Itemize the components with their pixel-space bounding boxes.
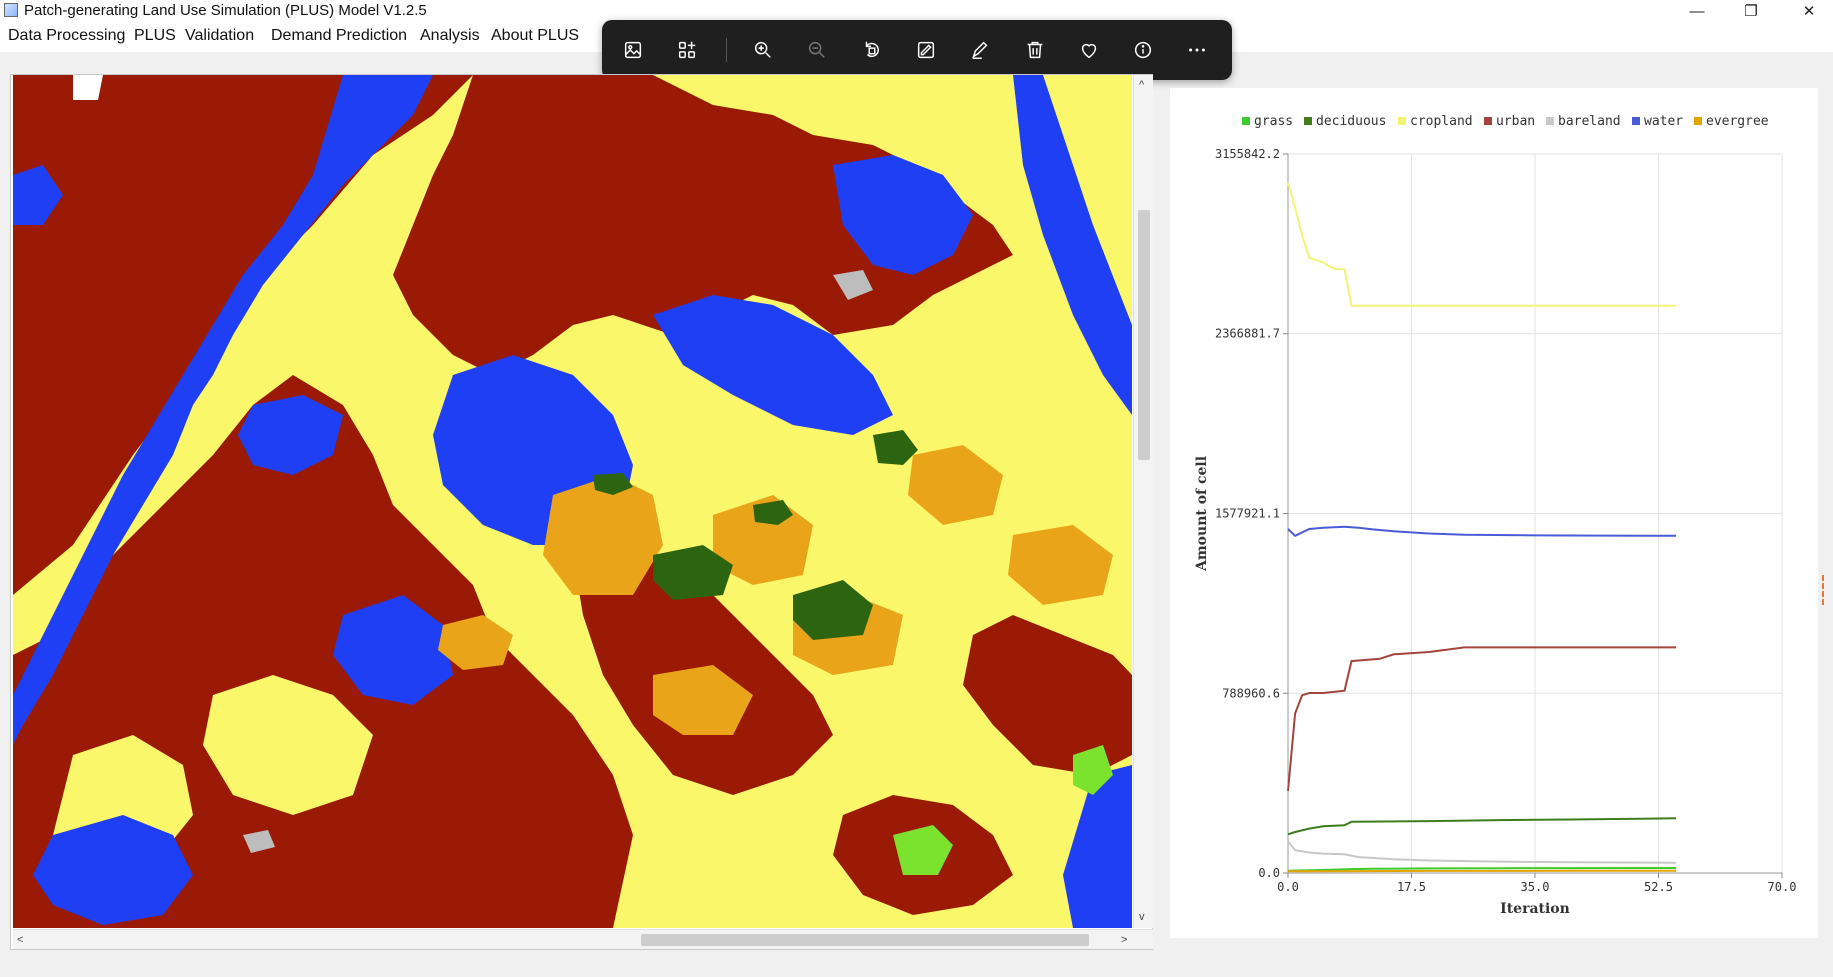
zoom-out-icon[interactable] [802, 35, 832, 65]
minimize-button[interactable]: — [1674, 0, 1720, 22]
scroll-up-icon[interactable]: ^ [1139, 79, 1144, 91]
image-icon[interactable] [618, 35, 648, 65]
edit-image-icon[interactable] [911, 35, 941, 65]
series-line-water [1287, 525, 1677, 538]
zoom-in-icon[interactable] [748, 35, 778, 65]
legend-label-urban: urban [1496, 114, 1535, 129]
legend-swatch-urban [1484, 117, 1492, 125]
menu-plus[interactable]: PLUS [134, 27, 176, 45]
x-tick-label: 0.0 [1277, 880, 1299, 894]
map-vertical-scrollbar[interactable]: ^ v [1133, 75, 1153, 928]
image-viewer-toolbar [602, 20, 1232, 80]
scroll-down-icon[interactable]: v [1139, 911, 1145, 923]
vertical-scroll-thumb[interactable] [1138, 210, 1150, 460]
series-line-cropland [1287, 182, 1677, 307]
close-button[interactable]: ✕ [1786, 0, 1832, 22]
land-use-map-panel: ^ v < > [10, 74, 1153, 950]
title-bar: Patch-generating Land Use Simulation (PL… [0, 0, 1833, 22]
x-tick-label: 52.5 [1644, 880, 1673, 894]
series-line-evergree [1288, 869, 1677, 873]
map-horizontal-scrollbar[interactable]: < > [13, 929, 1153, 949]
legend-swatch-bareland [1546, 117, 1554, 125]
toolbar-separator [726, 38, 727, 62]
draw-icon[interactable] [965, 35, 995, 65]
x-tick-label: 17.5 [1397, 880, 1426, 894]
iteration-line-chart: 0.0 788960.6 1577921.1 2366881.7 3155842.2 0.… [1194, 114, 1797, 917]
restore-button[interactable]: ❐ [1728, 0, 1774, 22]
legend-swatch-grass [1242, 117, 1250, 125]
y-tick-label: 0.0 [1258, 866, 1280, 880]
apps-icon[interactable] [672, 35, 702, 65]
menu-data-processing[interactable]: Data Processing [8, 27, 125, 45]
y-tick-label: 1577921.1 [1215, 507, 1280, 521]
scroll-left-icon[interactable]: < [17, 934, 23, 946]
y-tick-label: 788960.6 [1222, 686, 1280, 700]
legend-swatch-evergree [1694, 117, 1702, 125]
rotate-icon[interactable] [857, 35, 887, 65]
panel-resize-handle[interactable] [1822, 575, 1830, 605]
x-tick-label: 35.0 [1521, 880, 1550, 894]
app-icon [4, 3, 18, 17]
series-line-bareland [1287, 840, 1677, 864]
horizontal-scroll-thumb[interactable] [641, 934, 1089, 946]
legend-label-evergree: evergree [1706, 114, 1769, 129]
legend-label-grass: grass [1254, 114, 1293, 129]
more-icon[interactable] [1182, 35, 1212, 65]
legend-label-bareland: bareland [1558, 114, 1621, 129]
menu-about-plus[interactable]: About PLUS [491, 27, 579, 45]
legend-swatch-cropland [1398, 117, 1406, 125]
heart-icon[interactable] [1074, 35, 1104, 65]
x-axis-label: Iteration [1500, 901, 1570, 917]
series-line-deciduous [1287, 817, 1677, 836]
info-icon[interactable] [1128, 35, 1158, 65]
legend-swatch-deciduous [1304, 117, 1312, 125]
x-tick-label: 70.0 [1768, 880, 1797, 894]
delete-icon[interactable] [1020, 35, 1050, 65]
land-use-map-image [13, 75, 1132, 928]
legend-label-water: water [1644, 114, 1683, 129]
window-title: Patch-generating Land Use Simulation (PL… [24, 2, 427, 19]
scroll-right-icon[interactable]: > [1121, 934, 1127, 946]
y-tick-label: 2366881.7 [1215, 327, 1280, 341]
menu-analysis[interactable]: Analysis [420, 27, 480, 45]
series-line-urban [1287, 646, 1677, 792]
y-axis-label: Amount of cell [1194, 456, 1210, 572]
legend-swatch-water [1632, 117, 1640, 125]
legend-label-cropland: cropland [1410, 114, 1473, 129]
menu-demand-prediction[interactable]: Demand Prediction [271, 27, 407, 45]
menu-validation[interactable]: Validation [185, 27, 254, 45]
y-tick-label: 3155842.2 [1215, 147, 1280, 161]
legend-label-deciduous: deciduous [1316, 114, 1386, 129]
land-use-map[interactable] [13, 75, 1132, 928]
iteration-chart-panel: 0.0 788960.6 1577921.1 2366881.7 3155842.2 0.… [1170, 88, 1818, 938]
